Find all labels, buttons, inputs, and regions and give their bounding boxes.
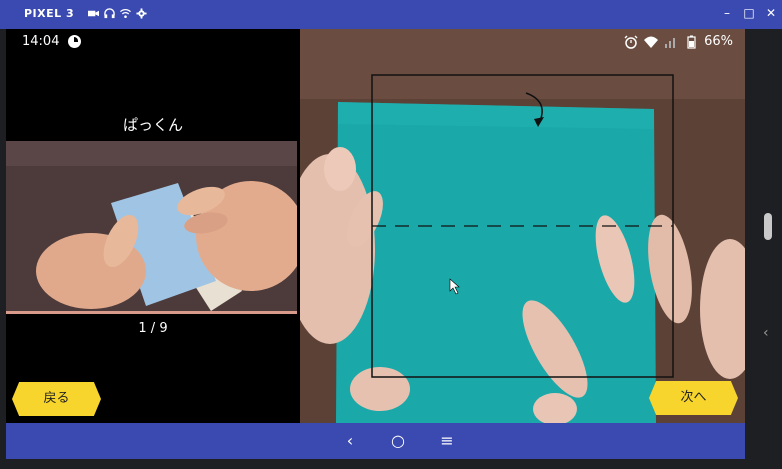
- video-camera-icon[interactable]: [88, 8, 100, 19]
- wifi-icon[interactable]: [120, 8, 132, 19]
- alarm-icon: [624, 35, 638, 49]
- gear-icon[interactable]: [136, 8, 147, 19]
- clock: 14:04: [22, 34, 60, 49]
- wifi-signal-icon: [644, 36, 659, 48]
- back-button[interactable]: 戻る: [12, 382, 101, 416]
- scroll-handle[interactable]: [764, 213, 772, 240]
- status-bar-left: 14:04: [22, 34, 82, 49]
- nav-home-button[interactable]: ○: [387, 430, 409, 452]
- emulator-title-bar: PIXEL 3 – □ ✕: [0, 0, 782, 29]
- next-button[interactable]: 次へ: [649, 381, 738, 415]
- device-screen: 14:04 ぱっくん 1 / 9 戻る 66% 次へ: [6, 29, 745, 423]
- step-counter: 1 / 9: [138, 321, 168, 336]
- camera-video-view: 66% 次へ: [300, 29, 745, 423]
- battery-icon: [687, 35, 696, 49]
- cell-signal-icon: [665, 37, 676, 48]
- battery-level: 66%: [704, 34, 733, 49]
- nav-recents-button[interactable]: ≡: [436, 430, 458, 452]
- maximize-button[interactable]: □: [742, 6, 756, 20]
- side-panel-toggle-icon[interactable]: ‹: [763, 325, 769, 341]
- status-bar-right: 66%: [624, 34, 733, 49]
- nav-back-button[interactable]: ‹: [339, 430, 361, 452]
- instruction-panel: 14:04 ぱっくん 1 / 9 戻る: [6, 29, 300, 423]
- lesson-title: ぱっくん: [122, 116, 183, 134]
- emulator-side-strip: ‹: [745, 29, 782, 423]
- device-name: PIXEL 3: [24, 7, 75, 20]
- step-preview-image: [6, 141, 297, 314]
- app-notification-icon: [68, 35, 82, 48]
- minimize-button[interactable]: –: [720, 6, 734, 20]
- navigation-bar: ‹ ○ ≡: [6, 423, 745, 459]
- headphones-icon[interactable]: [104, 8, 115, 19]
- close-button[interactable]: ✕: [764, 6, 778, 20]
